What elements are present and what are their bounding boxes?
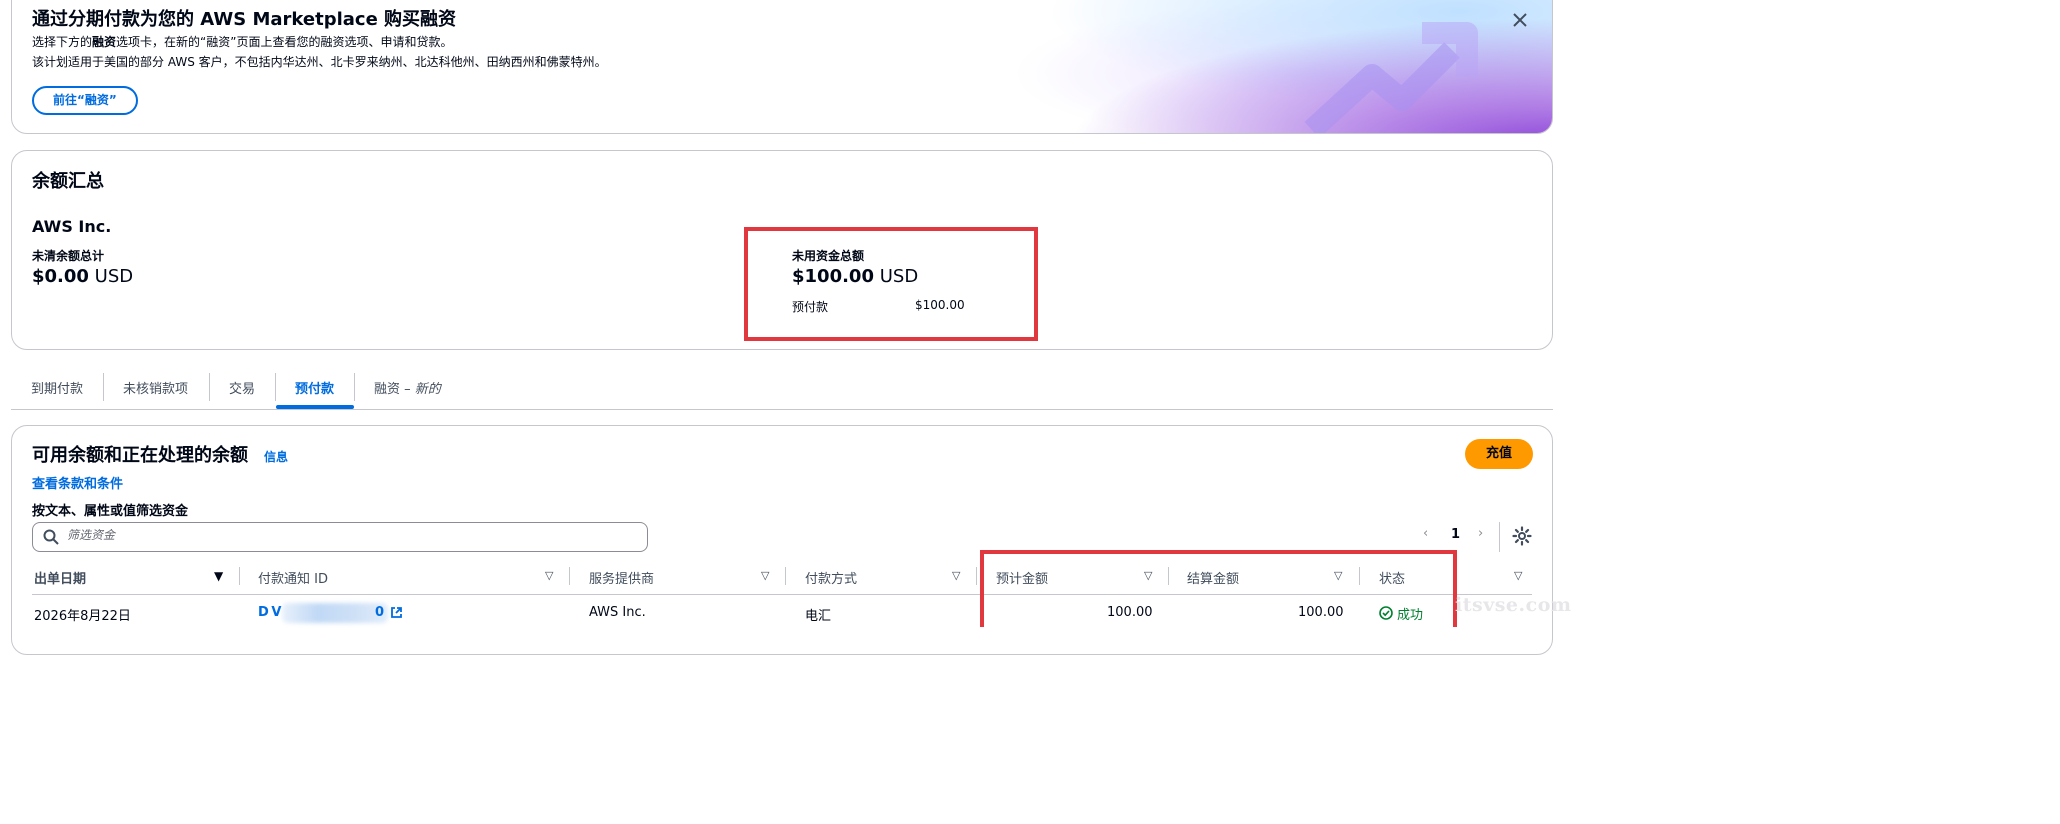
summary-title: 余额汇总 [32,171,104,192]
financing-banner: 通过分期付款为您的 AWS Marketplace 购买融资 选择下方的融资选项… [11,0,1553,134]
highlight-box-amounts [980,550,1457,627]
sort-icon[interactable]: ▽ [761,569,769,582]
column-divider[interactable] [239,567,240,585]
tab-unapplied[interactable]: 未核销款项 [123,378,188,397]
highlight-box-unused-funds [744,227,1038,341]
topup-button[interactable]: 充值 [1465,439,1533,469]
info-link[interactable]: 信息 [264,448,288,465]
tab-transactions[interactable]: 交易 [229,378,255,397]
tab-financing[interactable]: 融资 – 新的 [374,378,441,397]
tab-divider [209,373,210,401]
sort-icon[interactable]: ▽ [545,569,553,582]
banner-description-line-2: 该计划适用于美国的部分 AWS 客户，不包括内华达州、北卡罗来纳州、北达科他州、… [32,55,607,69]
sort-desc-icon[interactable]: ▼ [214,569,223,583]
banner-title: 通过分期付款为您的 AWS Marketplace 购买融资 [32,9,457,30]
column-divider[interactable] [785,567,786,585]
tab-prepayment[interactable]: 预付款 [295,378,334,397]
banner-description-line-1: 选择下方的融资选项卡，在新的“融资”页面上查看您的融资选项、申请和贷款。 [32,35,453,49]
column-divider[interactable] [569,567,570,585]
go-to-financing-button[interactable]: 前往“融资” [32,86,138,115]
sort-icon[interactable]: ▽ [1514,569,1522,582]
outstanding-amount: $0.00 USD [32,266,134,287]
close-x-icon [1513,13,1527,27]
banner-decoration [932,0,1552,133]
tab-divider [103,373,104,401]
col-header-payment-method[interactable]: 付款方式 [805,568,857,587]
filter-label: 按文本、属性或值筛选资金 [32,504,189,519]
pager-divider [1499,522,1500,552]
sort-icon[interactable]: ▽ [952,569,960,582]
next-page-icon[interactable]: › [1478,526,1483,541]
tab-due-payments[interactable]: 到期付款 [31,378,83,397]
terms-link[interactable]: 查看条款和条件 [32,473,123,492]
cell-notice-id-end[interactable]: 0 [375,605,384,620]
watermark: itsvse.com [1455,594,1572,616]
outstanding-label: 未清余额总计 [32,249,105,263]
external-link-icon[interactable] [390,606,403,619]
col-header-notice-id[interactable]: 付款通知 ID [258,568,328,587]
col-header-provider[interactable]: 服务提供商 [589,568,654,587]
entity-name: AWS Inc. [32,217,112,236]
tabs-divider-line [11,409,1553,410]
col-header-date[interactable]: 出单日期 [34,568,86,587]
page-number[interactable]: 1 [1451,527,1460,542]
tab-divider [275,373,276,401]
cell-provider: AWS Inc. [589,605,646,620]
gear-icon[interactable] [1512,526,1532,546]
close-icon[interactable] [1510,11,1530,31]
cell-notice-id-start[interactable]: D V [258,605,281,620]
cell-payment-method: 电汇 [805,609,832,624]
column-divider[interactable] [976,567,977,585]
cell-date: 2026年8月22日 [34,609,131,624]
search-icon [43,529,59,545]
tab-divider [354,373,355,401]
redacted-blur [282,603,388,623]
growth-arrow-icon [1304,22,1478,133]
funds-title: 可用余额和正在处理的余额 [32,445,248,466]
prev-page-icon[interactable]: ‹ [1423,526,1428,541]
search-box [32,522,648,552]
search-input[interactable] [67,528,627,542]
